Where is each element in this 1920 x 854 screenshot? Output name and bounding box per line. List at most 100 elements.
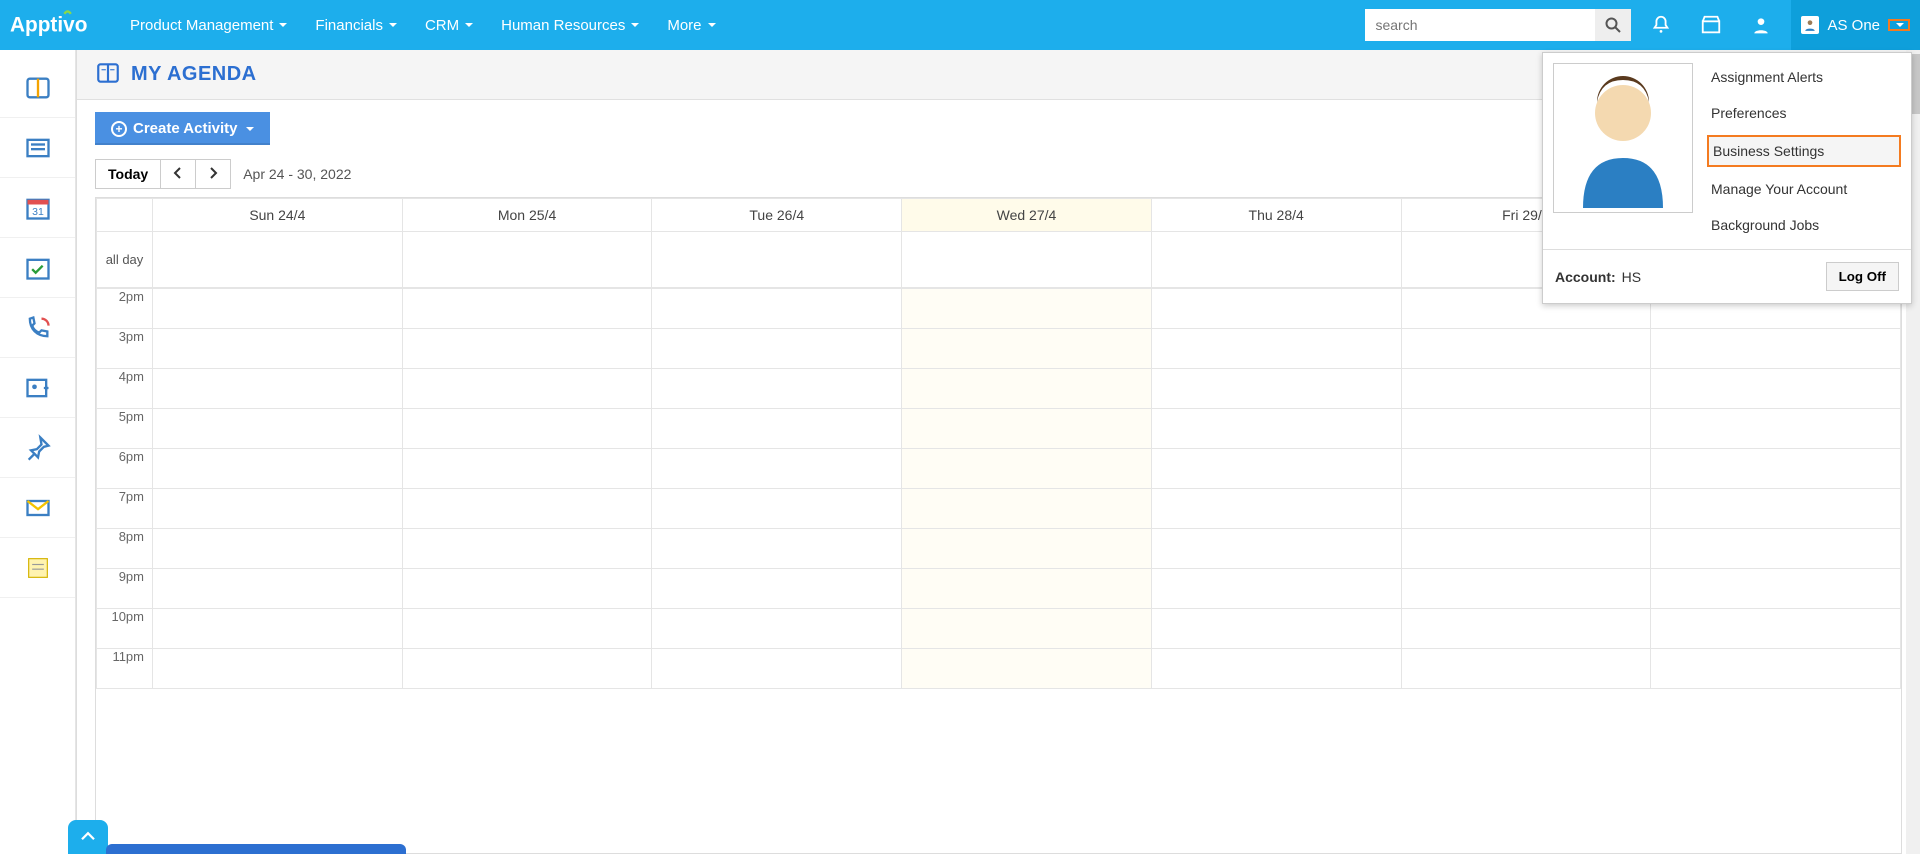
calendar-cell[interactable] bbox=[402, 569, 652, 609]
calendar-cell[interactable] bbox=[1401, 489, 1651, 529]
calendar-cell[interactable] bbox=[902, 409, 1152, 449]
calendar-cell[interactable] bbox=[1651, 409, 1901, 449]
sidebar-followups[interactable] bbox=[0, 418, 75, 478]
notifications-button[interactable] bbox=[1641, 0, 1681, 50]
calendar-cell[interactable] bbox=[1401, 449, 1651, 489]
calendar-cell[interactable] bbox=[153, 649, 403, 689]
calendar-cell[interactable] bbox=[1151, 649, 1401, 689]
calendar-cell[interactable] bbox=[153, 609, 403, 649]
calendar-cell[interactable] bbox=[402, 369, 652, 409]
calendar-cell[interactable] bbox=[153, 489, 403, 529]
calendar-cell[interactable] bbox=[652, 369, 902, 409]
calendar-cell[interactable] bbox=[153, 409, 403, 449]
calendar-cell[interactable] bbox=[902, 609, 1152, 649]
allday-cell[interactable] bbox=[153, 232, 403, 288]
calendar-cell[interactable] bbox=[1651, 529, 1901, 569]
calendar-cell[interactable] bbox=[402, 649, 652, 689]
calendar-cell[interactable] bbox=[1151, 609, 1401, 649]
calendar-body[interactable]: 2pm3pm4pm5pm6pm7pm8pm9pm10pm11pm bbox=[96, 288, 1901, 853]
today-button[interactable]: Today bbox=[95, 159, 161, 189]
calendar-cell[interactable] bbox=[402, 329, 652, 369]
calendar-cell[interactable] bbox=[902, 489, 1152, 529]
user-menu-button[interactable]: AS One bbox=[1791, 0, 1920, 50]
calendar-cell[interactable] bbox=[1651, 369, 1901, 409]
allday-cell[interactable] bbox=[1151, 232, 1401, 288]
sidebar-tasks[interactable] bbox=[0, 238, 75, 298]
calendar-cell[interactable] bbox=[153, 449, 403, 489]
calendar-cell[interactable] bbox=[652, 569, 902, 609]
nav-product-management[interactable]: Product Management bbox=[130, 17, 287, 34]
calendar-cell[interactable] bbox=[652, 289, 902, 329]
calendar-cell[interactable] bbox=[1151, 409, 1401, 449]
calendar-cell[interactable] bbox=[1651, 489, 1901, 529]
calendar-cell[interactable] bbox=[402, 409, 652, 449]
chat-bar[interactable] bbox=[106, 844, 406, 854]
calendar-cell[interactable] bbox=[1401, 649, 1651, 689]
dd-preferences[interactable]: Preferences bbox=[1707, 99, 1901, 127]
search-input[interactable] bbox=[1365, 9, 1595, 41]
calendar-cell[interactable] bbox=[1651, 569, 1901, 609]
sidebar-agenda[interactable] bbox=[0, 58, 75, 118]
calendar-cell[interactable] bbox=[402, 609, 652, 649]
calendar-cell[interactable] bbox=[652, 329, 902, 369]
dd-background-jobs[interactable]: Background Jobs bbox=[1707, 211, 1901, 239]
sidebar-notes[interactable] bbox=[0, 538, 75, 598]
dd-manage-account[interactable]: Manage Your Account bbox=[1707, 175, 1901, 203]
calendar-cell[interactable] bbox=[402, 489, 652, 529]
calendar-cell[interactable] bbox=[153, 329, 403, 369]
calendar-cell[interactable] bbox=[1151, 489, 1401, 529]
calendar-cell[interactable] bbox=[1401, 369, 1651, 409]
next-button[interactable] bbox=[196, 159, 231, 189]
calendar-cell[interactable] bbox=[902, 289, 1152, 329]
calendar-cell[interactable] bbox=[1151, 329, 1401, 369]
calendar-cell[interactable] bbox=[1651, 649, 1901, 689]
calendar-cell[interactable] bbox=[902, 569, 1152, 609]
calendar-cell[interactable] bbox=[902, 369, 1152, 409]
calendar-cell[interactable] bbox=[1651, 609, 1901, 649]
calendar-cell[interactable] bbox=[1401, 569, 1651, 609]
allday-cell[interactable] bbox=[652, 232, 902, 288]
sidebar-calendar[interactable]: 31 bbox=[0, 178, 75, 238]
prev-button[interactable] bbox=[161, 159, 196, 189]
calendar-cell[interactable] bbox=[402, 449, 652, 489]
brand-logo[interactable]: Apptivo bbox=[0, 9, 120, 41]
calendar-cell[interactable] bbox=[1401, 529, 1651, 569]
calendar-cell[interactable] bbox=[902, 329, 1152, 369]
logoff-button[interactable]: Log Off bbox=[1826, 262, 1899, 291]
nav-crm[interactable]: CRM bbox=[425, 17, 473, 34]
calendar-cell[interactable] bbox=[1651, 329, 1901, 369]
sidebar-news[interactable] bbox=[0, 118, 75, 178]
calendar-cell[interactable] bbox=[652, 529, 902, 569]
calendar-cell[interactable] bbox=[1151, 449, 1401, 489]
calendar-cell[interactable] bbox=[902, 449, 1152, 489]
calendar-cell[interactable] bbox=[1401, 409, 1651, 449]
profile-button[interactable] bbox=[1741, 0, 1781, 50]
calendar-cell[interactable] bbox=[652, 649, 902, 689]
search-button[interactable] bbox=[1595, 9, 1631, 41]
calendar-cell[interactable] bbox=[1651, 449, 1901, 489]
sidebar-contacts[interactable] bbox=[0, 358, 75, 418]
sidebar-calls[interactable] bbox=[0, 298, 75, 358]
dd-business-settings[interactable]: Business Settings bbox=[1707, 135, 1901, 167]
allday-cell[interactable] bbox=[902, 232, 1152, 288]
calendar-cell[interactable] bbox=[1151, 529, 1401, 569]
create-activity-button[interactable]: + Create Activity bbox=[95, 112, 270, 145]
calendar-cell[interactable] bbox=[652, 409, 902, 449]
calendar-cell[interactable] bbox=[652, 489, 902, 529]
calendar-cell[interactable] bbox=[402, 289, 652, 329]
dd-assignment-alerts[interactable]: Assignment Alerts bbox=[1707, 63, 1901, 91]
apps-button[interactable] bbox=[1691, 0, 1731, 50]
sidebar-email[interactable] bbox=[0, 478, 75, 538]
calendar-cell[interactable] bbox=[153, 369, 403, 409]
calendar-cell[interactable] bbox=[1401, 609, 1651, 649]
calendar-cell[interactable] bbox=[153, 529, 403, 569]
calendar-cell[interactable] bbox=[1151, 289, 1401, 329]
calendar-cell[interactable] bbox=[652, 449, 902, 489]
calendar-cell[interactable] bbox=[153, 289, 403, 329]
nav-human-resources[interactable]: Human Resources bbox=[501, 17, 639, 34]
calendar-cell[interactable] bbox=[1151, 569, 1401, 609]
calendar-cell[interactable] bbox=[1401, 329, 1651, 369]
chat-toggle-button[interactable] bbox=[68, 820, 108, 854]
calendar-cell[interactable] bbox=[153, 569, 403, 609]
nav-more[interactable]: More bbox=[667, 17, 715, 34]
